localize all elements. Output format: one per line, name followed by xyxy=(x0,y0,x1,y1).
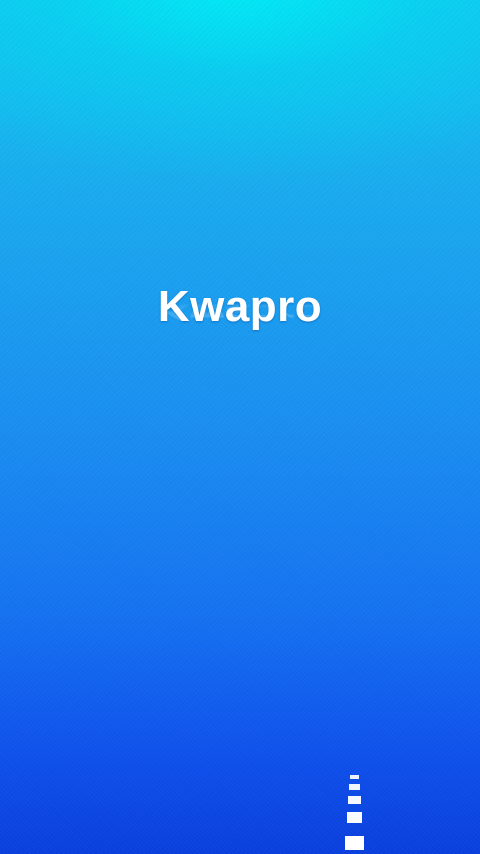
road-mark-2 xyxy=(349,784,360,790)
road-mark-4 xyxy=(347,812,362,823)
road-mark-3 xyxy=(348,796,361,804)
splash-screen: Kwapro Kwapro xyxy=(0,0,480,854)
road-mark-5 xyxy=(345,836,364,850)
road-lane-markings xyxy=(345,775,364,850)
road-mark-1 xyxy=(350,775,359,779)
